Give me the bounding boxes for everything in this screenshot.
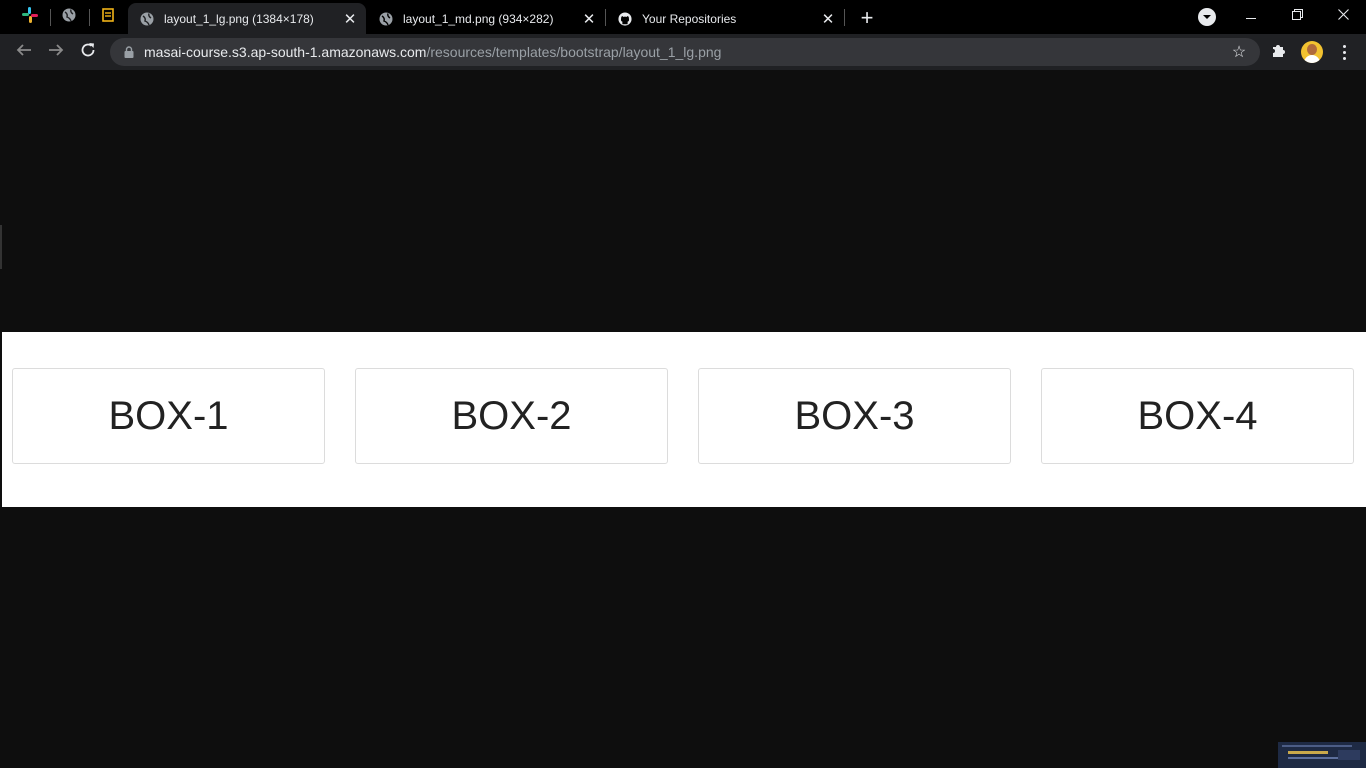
- browser-menu-button[interactable]: [1334, 41, 1354, 63]
- tab-your-repositories[interactable]: Your Repositories ✕: [606, 3, 844, 34]
- bookmark-star-icon[interactable]: ☆: [1230, 43, 1248, 61]
- puzzle-icon: [1271, 42, 1287, 63]
- thumb-line: [1288, 751, 1328, 754]
- thumb-block: [1338, 750, 1360, 760]
- box-4: BOX-4: [1041, 368, 1354, 464]
- restore-icon: [1291, 7, 1303, 23]
- thumb-line: [1282, 745, 1352, 747]
- pinned-tab-globe[interactable]: [50, 0, 88, 34]
- url-text: masai-course.s3.ap-south-1.amazonaws.com…: [144, 44, 721, 60]
- thumb-line: [1288, 757, 1343, 759]
- menu-dot: [1342, 56, 1346, 60]
- pinned-tab-document[interactable]: [89, 0, 127, 34]
- slack-icon: [22, 6, 38, 28]
- box-1: BOX-1: [12, 368, 325, 464]
- window-preview-thumbnail[interactable]: [1278, 742, 1366, 768]
- tab-title: layout_1_md.png (934×282): [403, 11, 554, 26]
- pinned-tab-slack[interactable]: [11, 0, 49, 34]
- scroll-edge-marker: [0, 225, 2, 269]
- minimize-button[interactable]: [1228, 0, 1274, 30]
- browser-toolbar: masai-course.s3.ap-south-1.amazonaws.com…: [0, 34, 1366, 70]
- avatar-face: [1307, 44, 1317, 55]
- box-3: BOX-3: [698, 368, 1011, 464]
- close-icon[interactable]: ✕: [340, 9, 360, 29]
- document-icon: [102, 7, 114, 27]
- globe-icon: [379, 12, 393, 26]
- arrow-right-icon: [48, 42, 64, 63]
- close-window-button[interactable]: [1320, 0, 1366, 30]
- image-viewer: BOX-1 BOX-2 BOX-3 BOX-4: [0, 70, 1366, 768]
- globe-icon: [140, 12, 154, 26]
- avatar-body: [1304, 55, 1320, 63]
- globe-icon: [62, 8, 76, 27]
- chevron-down-icon: [1202, 8, 1212, 26]
- lock-icon[interactable]: [122, 45, 136, 59]
- tab-layout-1-md[interactable]: layout_1_md.png (934×282) ✕: [367, 3, 605, 34]
- minimize-icon: [1246, 7, 1256, 23]
- github-icon: [618, 11, 632, 26]
- box-2: BOX-2: [355, 368, 668, 464]
- back-button[interactable]: [11, 39, 37, 65]
- reload-icon: [80, 42, 96, 63]
- tab-search-button[interactable]: [1198, 8, 1216, 26]
- new-tab-button[interactable]: +: [855, 5, 879, 30]
- tab-title: Your Repositories: [642, 11, 737, 26]
- close-icon[interactable]: ✕: [818, 9, 838, 29]
- forward-button[interactable]: [43, 39, 69, 65]
- reload-button[interactable]: [75, 39, 101, 65]
- tab-separator: [844, 9, 845, 26]
- extensions-button[interactable]: [1270, 43, 1288, 61]
- url-path: /resources/templates/bootstrap/layout_1_…: [426, 44, 722, 60]
- arrow-left-icon: [16, 42, 32, 63]
- menu-dot: [1342, 50, 1346, 54]
- tab-layout-1-lg[interactable]: layout_1_lg.png (1384×178) ✕: [128, 3, 366, 34]
- close-icon[interactable]: ✕: [579, 9, 599, 29]
- close-icon: [1337, 7, 1349, 23]
- url-host: masai-course.s3.ap-south-1.amazonaws.com: [144, 44, 427, 60]
- restore-button[interactable]: [1274, 0, 1320, 30]
- tab-strip: layout_1_lg.png (1384×178) ✕ layout_1_md…: [0, 0, 1366, 34]
- menu-dot: [1342, 44, 1346, 48]
- displayed-image[interactable]: BOX-1 BOX-2 BOX-3 BOX-4: [2, 332, 1366, 507]
- address-bar[interactable]: masai-course.s3.ap-south-1.amazonaws.com…: [110, 38, 1260, 66]
- profile-avatar[interactable]: [1301, 41, 1323, 63]
- tab-title: layout_1_lg.png (1384×178): [164, 11, 314, 26]
